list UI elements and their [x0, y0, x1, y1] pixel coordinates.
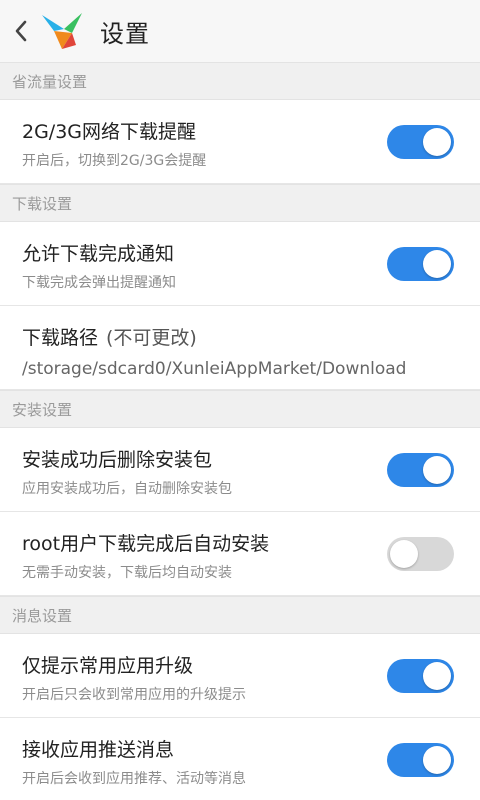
network-reminder-toggle[interactable]: [387, 125, 454, 159]
back-button[interactable]: [4, 0, 38, 62]
toggle-knob: [423, 662, 451, 690]
setting-subtitle: 开启后只会收到常用应用的升级提示: [22, 687, 246, 703]
common-updates-toggle[interactable]: [387, 659, 454, 693]
setting-title: 安装成功后删除安装包: [22, 449, 213, 471]
section-header-install: 安装设置: [0, 390, 480, 428]
toggle-knob: [423, 456, 451, 484]
setting-subtitle: 开启后会收到应用推荐、活动等消息: [22, 771, 246, 787]
section-header-data-saving: 省流量设置: [0, 62, 480, 100]
download-path-value: /storage/sdcard0/XunleiAppMarket/Downloa…: [22, 359, 407, 379]
setting-row-common-app-updates[interactable]: 仅提示常用应用升级 开启后只会收到常用应用的升级提示: [0, 634, 480, 718]
setting-subtitle: 无需手动安装，下载后均自动安装: [22, 565, 232, 581]
bird-logo-icon: [42, 13, 82, 49]
setting-subtitle: 应用安装成功后，自动删除安装包: [22, 481, 232, 497]
setting-title: 下载路径 (不可更改): [22, 323, 197, 350]
toggle-knob: [390, 540, 418, 568]
toggle-knob: [423, 746, 451, 774]
setting-row-network-download-reminder[interactable]: 2G/3G网络下载提醒 开启后，切换到2G/3G会提醒: [0, 100, 480, 184]
not-editable-note: (不可更改): [106, 327, 197, 349]
setting-row-download-path: 下载路径 (不可更改) /storage/sdcard0/XunleiAppMar…: [0, 306, 480, 390]
setting-subtitle: 下载完成会弹出提醒通知: [22, 275, 176, 291]
setting-title: 接收应用推送消息: [22, 739, 175, 761]
root-auto-install-toggle[interactable]: [387, 537, 454, 571]
setting-title: 仅提示常用应用升级: [22, 655, 194, 677]
toggle-knob: [423, 128, 451, 156]
setting-row-root-auto-install[interactable]: root用户下载完成后自动安装 无需手动安装，下载后均自动安装: [0, 512, 480, 596]
download-notify-toggle[interactable]: [387, 247, 454, 281]
download-path-label: 下载路径: [22, 327, 99, 349]
delete-package-toggle[interactable]: [387, 453, 454, 487]
toggle-knob: [423, 250, 451, 278]
setting-title: root用户下载完成后自动安装: [22, 533, 270, 555]
app-logo: [38, 9, 88, 53]
page-title: 设置: [100, 19, 150, 48]
section-header-download: 下载设置: [0, 184, 480, 222]
section-header-messages: 消息设置: [0, 596, 480, 634]
chevron-left-icon: [15, 20, 27, 42]
setting-row-download-complete-notify[interactable]: 允许下载完成通知 下载完成会弹出提醒通知: [0, 222, 480, 306]
top-bar: 设置: [0, 0, 480, 62]
setting-title: 允许下载完成通知: [22, 243, 175, 265]
setting-subtitle: 开启后，切换到2G/3G会提醒: [22, 153, 207, 169]
setting-row-delete-package[interactable]: 安装成功后删除安装包 应用安装成功后，自动删除安装包: [0, 428, 480, 512]
setting-title: 2G/3G网络下载提醒: [22, 121, 197, 143]
push-messages-toggle[interactable]: [387, 743, 454, 777]
setting-row-push-messages[interactable]: 接收应用推送消息 开启后会收到应用推荐、活动等消息: [0, 718, 480, 800]
